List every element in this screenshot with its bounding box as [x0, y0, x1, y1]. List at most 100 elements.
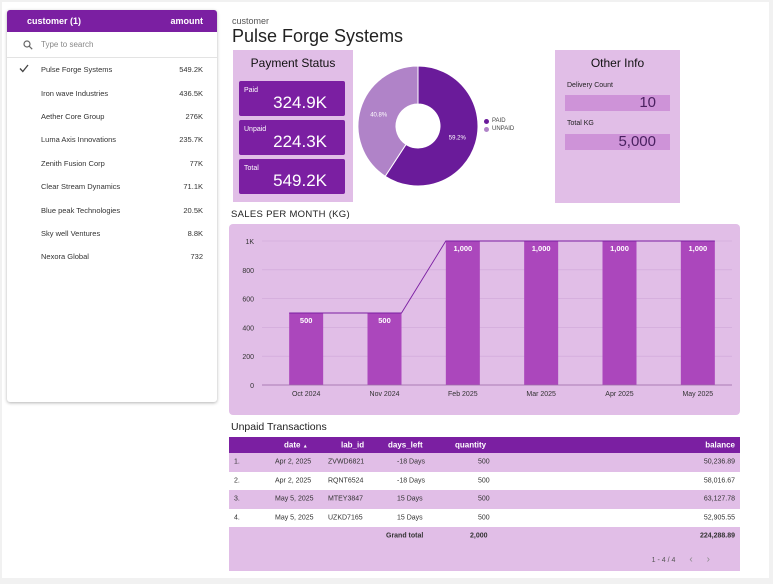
- sales-chart-title: SALES PER MONTH (KG): [231, 209, 350, 220]
- bar[interactable]: [602, 241, 637, 385]
- sort-asc-icon: ▲: [302, 443, 308, 450]
- payment-donut-chart: 59.2% 40.8%: [358, 65, 478, 187]
- bar[interactable]: [524, 241, 559, 385]
- pager-next-icon[interactable]: ›: [707, 554, 710, 565]
- pie-label-unpaid: 40.8%: [370, 112, 388, 118]
- cell-balance: 50,236.89: [703, 458, 735, 466]
- customer-search[interactable]: Type to search: [7, 32, 217, 58]
- cell-days-left: -18 Days: [397, 458, 426, 466]
- cell-days-left: 15 Days: [397, 495, 423, 503]
- cell-lab-id: RQNT6524: [328, 477, 364, 485]
- customer-list-item[interactable]: Nexora Global 732: [7, 245, 217, 268]
- legend-unpaid-label: UNPAID: [492, 126, 515, 132]
- table-body: 1. Apr 2, 2025 ZVWD6821 -18 Days 500 50,236.8…: [229, 453, 740, 527]
- unpaid-value: 224.3K: [273, 132, 327, 151]
- unpaid-scorecard: Unpaid 224.3K: [239, 120, 345, 155]
- customer-amount: 235.7K: [179, 135, 203, 145]
- col-date-label: date: [284, 440, 301, 450]
- customer-list-item[interactable]: Luma Axis Innovations 235.7K: [7, 128, 217, 151]
- customer-list-item[interactable]: Pulse Forge Systems 549.2K: [7, 58, 217, 81]
- bar[interactable]: [445, 241, 480, 385]
- col-days-left-header[interactable]: days_left: [388, 441, 423, 450]
- grand-total-quantity: 2,000: [470, 532, 488, 540]
- row-number: 3.: [234, 495, 240, 503]
- customer-name: Clear Stream Dynamics: [41, 182, 121, 192]
- row-number: 1.: [234, 458, 240, 466]
- customer-filter-header[interactable]: customer (1) amount: [7, 10, 217, 32]
- check-icon[interactable]: [7, 64, 41, 75]
- cell-date: Apr 2, 2025: [275, 458, 312, 466]
- page-title: Pulse Forge Systems: [232, 26, 404, 46]
- x-tick-label: Feb 2025: [448, 391, 478, 398]
- legend-paid[interactable]: PAID: [484, 118, 514, 124]
- y-tick-label: 400: [242, 325, 254, 332]
- customer-list-item[interactable]: Zenith Fusion Corp 77K: [7, 152, 217, 175]
- customer-list-item[interactable]: Aether Core Group 276K: [7, 105, 217, 128]
- col-balance-header[interactable]: balance: [705, 441, 735, 450]
- table-row[interactable]: 4. May 5, 2025 UZKD7165 15 Days 500 52,905.55: [229, 508, 740, 527]
- x-tick-label: May 2025: [682, 391, 713, 398]
- customer-amount: 732: [190, 252, 203, 262]
- customer-list-item[interactable]: Sky well Ventures 8.8K: [7, 222, 217, 245]
- unpaid-label: Unpaid: [244, 126, 267, 133]
- cell-quantity: 500: [478, 458, 490, 466]
- y-tick-label: 0: [250, 383, 254, 390]
- paid-label: Paid: [244, 87, 259, 94]
- page-subtitle: customer: [232, 16, 270, 26]
- cell-days-left: -18 Days: [397, 477, 426, 485]
- customer-filter-panel: customer (1) amount Type to search Pulse…: [7, 10, 217, 402]
- table-row[interactable]: 1. Apr 2, 2025 ZVWD6821 -18 Days 500 50,236.8…: [229, 453, 740, 472]
- cell-balance: 52,905.55: [703, 514, 735, 522]
- table-header: date ▲ lab_id days_left quantity balance: [229, 437, 740, 453]
- customer-amount: 8.8K: [187, 228, 203, 238]
- bar-data-label: 1,000: [688, 244, 707, 253]
- x-tick-label: Apr 2025: [605, 391, 634, 398]
- bar[interactable]: [680, 241, 715, 385]
- pager-prev-icon[interactable]: ‹: [689, 554, 692, 565]
- customer-list-item[interactable]: Iron wave Industries 436.5K: [7, 81, 217, 104]
- bar-data-label: 1,000: [453, 244, 472, 253]
- customer-name: Nexora Global: [41, 252, 89, 262]
- cell-lab-id: ZVWD6821: [328, 458, 365, 466]
- bar-data-label: 1,000: [532, 244, 551, 253]
- col-lab-id-header[interactable]: lab_id: [341, 441, 364, 450]
- customer-list-item[interactable]: Blue peak Technologies 20.5K: [7, 198, 217, 221]
- grand-total-label: Grand total: [386, 532, 424, 540]
- cell-date: May 5, 2025: [275, 495, 314, 503]
- paid-value: 324.9K: [273, 93, 327, 112]
- bar-data-label: 1,000: [610, 244, 629, 253]
- row-number: 2.: [234, 477, 240, 485]
- cell-date: Apr 2, 2025: [275, 477, 312, 485]
- total-value: 549.2K: [273, 171, 327, 190]
- trend-line: [289, 240, 715, 314]
- search-icon: [23, 39, 33, 50]
- cell-balance: 58,016.67: [703, 477, 735, 485]
- customer-list-item[interactable]: Clear Stream Dynamics 71.1K: [7, 175, 217, 198]
- table-row[interactable]: 3. May 5, 2025 MTEY3847 15 Days 500 63,127.78: [229, 490, 740, 509]
- unpaid-transactions-table: date ▲ lab_id days_left quantity balance…: [229, 437, 740, 571]
- cell-date: May 5, 2025: [275, 514, 314, 522]
- cell-balance: 63,127.78: [703, 495, 735, 503]
- total-label: Total: [244, 165, 259, 172]
- y-tick-label: 200: [242, 354, 254, 361]
- other-info-card: Other Info Delivery Count 10 Total KG 5,…: [555, 50, 680, 203]
- total-kg-value: 5,000: [565, 134, 670, 150]
- sales-bar-chart: 0 200 400 600 800 1K 500 Oct 2024 500 Nov 2024 1,0…: [242, 239, 732, 398]
- col-quantity-header[interactable]: quantity: [455, 441, 486, 450]
- search-input[interactable]: Type to search: [41, 40, 93, 49]
- customer-amount: 20.5K: [183, 205, 203, 215]
- legend-paid-label: PAID: [492, 118, 506, 124]
- customer-name: Sky well Ventures: [41, 228, 101, 238]
- customer-name: Iron wave Industries: [41, 88, 109, 98]
- delivery-count-label: Delivery Count: [567, 82, 613, 89]
- col-date-header[interactable]: date ▲: [284, 441, 308, 450]
- customer-name: Aether Core Group: [41, 111, 105, 121]
- table-row[interactable]: 2. Apr 2, 2025 RQNT6524 -18 Days 500 58,016.6…: [229, 471, 740, 490]
- customer-name: Blue peak Technologies: [41, 205, 121, 215]
- x-tick-label: Oct 2024: [292, 391, 321, 398]
- unpaid-table-title: Unpaid Transactions: [231, 421, 327, 433]
- cell-lab-id: MTEY3847: [328, 495, 364, 503]
- customer-amount: 436.5K: [179, 88, 203, 98]
- legend-unpaid[interactable]: UNPAID: [484, 126, 514, 132]
- bar-data-label: 500: [378, 316, 391, 325]
